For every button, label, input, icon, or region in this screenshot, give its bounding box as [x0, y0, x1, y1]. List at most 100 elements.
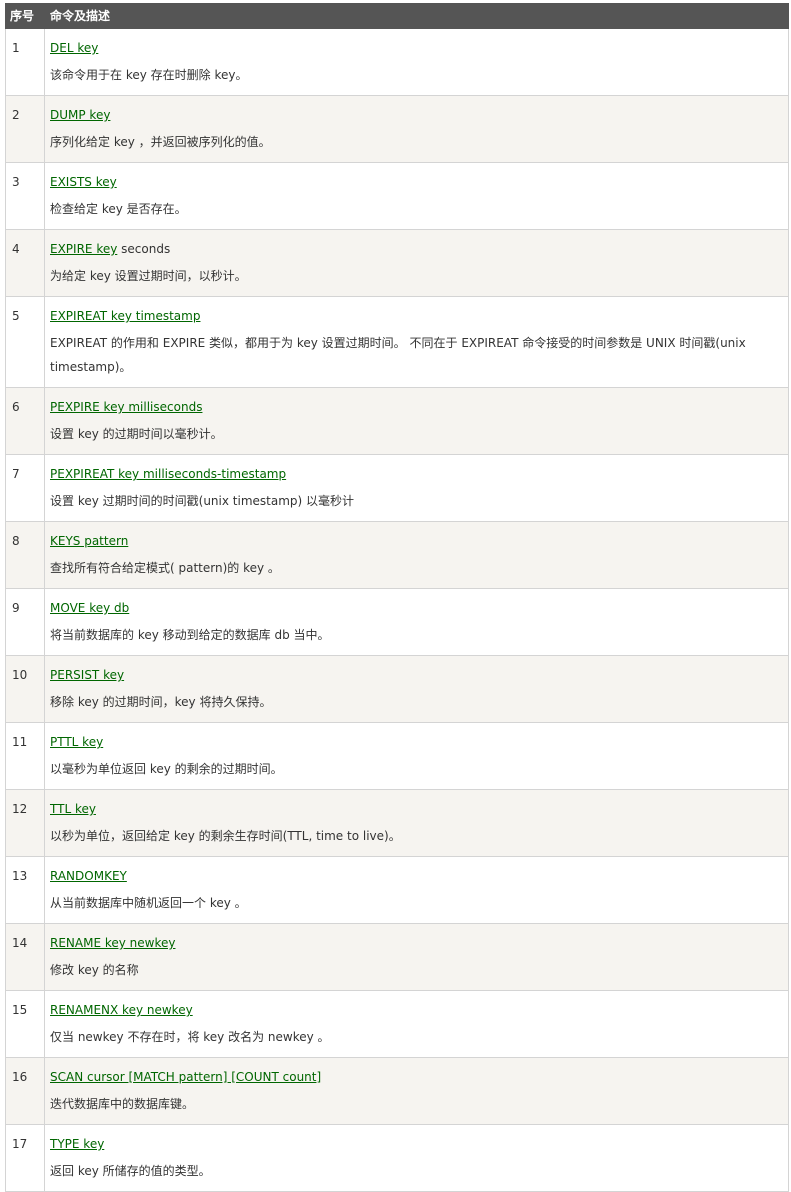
- command-link[interactable]: EXPIRE key: [50, 242, 117, 256]
- command-line: EXPIREAT key timestamp: [50, 309, 783, 323]
- command-line: DEL key: [50, 41, 783, 55]
- redis-key-commands-table: 序号 命令及描述 1 DEL key 该命令用于在 key 存在时删除 key。…: [5, 3, 789, 1192]
- command-line: RENAME key newkey: [50, 936, 783, 950]
- command-description: EXPIREAT 的作用和 EXPIRE 类似，都用于为 key 设置过期时间。…: [50, 336, 746, 374]
- table-row: 13 RANDOMKEY 从当前数据库中随机返回一个 key 。: [5, 856, 789, 924]
- command-link[interactable]: TTL key: [50, 802, 96, 816]
- row-number: 9: [5, 588, 45, 656]
- table-row: 12 TTL key 以秒为单位，返回给定 key 的剩余生存时间(TTL, t…: [5, 789, 789, 857]
- row-content: PEXPIREAT key milliseconds-timestamp 设置 …: [44, 454, 789, 522]
- row-content: PERSIST key 移除 key 的过期时间，key 将持久保持。: [44, 655, 789, 723]
- header-desc: 命令及描述: [44, 3, 789, 29]
- row-content: TYPE key 返回 key 所储存的值的类型。: [44, 1124, 789, 1192]
- table-row: 15 RENAMENX key newkey 仅当 newkey 不存在时，将 …: [5, 990, 789, 1058]
- command-line: PEXPIREAT key milliseconds-timestamp: [50, 467, 783, 481]
- command-description: 移除 key 的过期时间，key 将持久保持。: [50, 695, 272, 709]
- command-description: 迭代数据库中的数据库键。: [50, 1097, 195, 1111]
- command-line: PERSIST key: [50, 668, 783, 682]
- row-number: 13: [5, 856, 45, 924]
- row-content: RENAME key newkey 修改 key 的名称: [44, 923, 789, 991]
- table-row: 2 DUMP key 序列化给定 key ，并返回被序列化的值。: [5, 95, 789, 163]
- row-content: DUMP key 序列化给定 key ，并返回被序列化的值。: [44, 95, 789, 163]
- command-link[interactable]: RENAMENX key newkey: [50, 1003, 193, 1017]
- command-description: 以毫秒为单位返回 key 的剩余的过期时间。: [50, 762, 283, 776]
- row-content: EXISTS key 检查给定 key 是否存在。: [44, 162, 789, 230]
- table-row: 14 RENAME key newkey 修改 key 的名称: [5, 923, 789, 991]
- table-row: 5 EXPIREAT key timestamp EXPIREAT 的作用和 E…: [5, 296, 789, 388]
- command-description: 将当前数据库的 key 移动到给定的数据库 db 当中。: [50, 628, 330, 642]
- command-line: PTTL key: [50, 735, 783, 749]
- table-row: 8 KEYS pattern 查找所有符合给定模式( pattern)的 key…: [5, 521, 789, 589]
- row-number: 3: [5, 162, 45, 230]
- table-row: 1 DEL key 该命令用于在 key 存在时删除 key。: [5, 28, 789, 96]
- command-link[interactable]: EXISTS key: [50, 175, 117, 189]
- table-row: 11 PTTL key 以毫秒为单位返回 key 的剩余的过期时间。: [5, 722, 789, 790]
- row-number: 10: [5, 655, 45, 723]
- table-row: 9 MOVE key db 将当前数据库的 key 移动到给定的数据库 db 当…: [5, 588, 789, 656]
- row-number: 15: [5, 990, 45, 1058]
- redis-key-commands-table-wrapper: 序号 命令及描述 1 DEL key 该命令用于在 key 存在时删除 key。…: [5, 3, 789, 1192]
- command-line: PEXPIRE key milliseconds: [50, 400, 783, 414]
- row-number: 2: [5, 95, 45, 163]
- command-link[interactable]: RANDOMKEY: [50, 869, 127, 883]
- command-description: 设置 key 的过期时间以毫秒计。: [50, 427, 223, 441]
- command-description: 返回 key 所储存的值的类型。: [50, 1164, 211, 1178]
- row-number: 14: [5, 923, 45, 991]
- row-content: PEXPIRE key milliseconds 设置 key 的过期时间以毫秒…: [44, 387, 789, 455]
- command-link[interactable]: TYPE key: [50, 1137, 104, 1151]
- row-number: 1: [5, 28, 45, 96]
- row-number: 17: [5, 1124, 45, 1192]
- command-line: MOVE key db: [50, 601, 783, 615]
- table-row: 4 EXPIRE key seconds 为给定 key 设置过期时间，以秒计。: [5, 229, 789, 297]
- row-number: 5: [5, 296, 45, 388]
- command-description: 检查给定 key 是否存在。: [50, 202, 187, 216]
- row-number: 8: [5, 521, 45, 589]
- command-line: TTL key: [50, 802, 783, 816]
- table-row: 7 PEXPIREAT key milliseconds-timestamp 设…: [5, 454, 789, 522]
- table-row: 10 PERSIST key 移除 key 的过期时间，key 将持久保持。: [5, 655, 789, 723]
- command-line: TYPE key: [50, 1137, 783, 1151]
- command-link[interactable]: EXPIREAT key timestamp: [50, 309, 200, 323]
- table-header: 序号 命令及描述: [5, 3, 789, 29]
- command-link[interactable]: PEXPIRE key milliseconds: [50, 400, 202, 414]
- row-content: RENAMENX key newkey 仅当 newkey 不存在时，将 key…: [44, 990, 789, 1058]
- command-link[interactable]: KEYS pattern: [50, 534, 128, 548]
- command-line: RENAMENX key newkey: [50, 1003, 783, 1017]
- row-content: TTL key 以秒为单位，返回给定 key 的剩余生存时间(TTL, time…: [44, 789, 789, 857]
- command-link[interactable]: PEXPIREAT key milliseconds-timestamp: [50, 467, 286, 481]
- command-link[interactable]: MOVE key db: [50, 601, 129, 615]
- row-content: MOVE key db 将当前数据库的 key 移动到给定的数据库 db 当中。: [44, 588, 789, 656]
- command-line: RANDOMKEY: [50, 869, 783, 883]
- command-link[interactable]: RENAME key newkey: [50, 936, 175, 950]
- table-body: 1 DEL key 该命令用于在 key 存在时删除 key。 2 DUMP k…: [5, 28, 789, 1192]
- row-content: RANDOMKEY 从当前数据库中随机返回一个 key 。: [44, 856, 789, 924]
- command-description: 序列化给定 key ，并返回被序列化的值。: [50, 135, 271, 149]
- row-number: 4: [5, 229, 45, 297]
- row-content: SCAN cursor [MATCH pattern] [COUNT count…: [44, 1057, 789, 1125]
- command-link[interactable]: PTTL key: [50, 735, 103, 749]
- table-row: 6 PEXPIRE key milliseconds 设置 key 的过期时间以…: [5, 387, 789, 455]
- command-line: DUMP key: [50, 108, 783, 122]
- row-content: PTTL key 以毫秒为单位返回 key 的剩余的过期时间。: [44, 722, 789, 790]
- command-link[interactable]: DUMP key: [50, 108, 110, 122]
- command-line: EXPIRE key seconds: [50, 242, 783, 256]
- command-link[interactable]: PERSIST key: [50, 668, 124, 682]
- command-description: 该命令用于在 key 存在时删除 key。: [50, 68, 248, 82]
- table-row: 16 SCAN cursor [MATCH pattern] [COUNT co…: [5, 1057, 789, 1125]
- table-row: 3 EXISTS key 检查给定 key 是否存在。: [5, 162, 789, 230]
- command-link[interactable]: DEL key: [50, 41, 98, 55]
- row-content: KEYS pattern 查找所有符合给定模式( pattern)的 key 。: [44, 521, 789, 589]
- row-content: EXPIREAT key timestamp EXPIREAT 的作用和 EXP…: [44, 296, 789, 388]
- table-header-row: 序号 命令及描述: [5, 3, 789, 29]
- command-link[interactable]: SCAN cursor [MATCH pattern] [COUNT count…: [50, 1070, 321, 1084]
- command-line: SCAN cursor [MATCH pattern] [COUNT count…: [50, 1070, 783, 1084]
- row-number: 6: [5, 387, 45, 455]
- command-description: 以秒为单位，返回给定 key 的剩余生存时间(TTL, time to live…: [50, 829, 401, 843]
- row-number: 11: [5, 722, 45, 790]
- command-description: 查找所有符合给定模式( pattern)的 key 。: [50, 561, 280, 575]
- command-description: 修改 key 的名称: [50, 963, 139, 977]
- table-row: 17 TYPE key 返回 key 所储存的值的类型。: [5, 1124, 789, 1192]
- row-number: 12: [5, 789, 45, 857]
- command-suffix: seconds: [117, 242, 171, 256]
- row-number: 16: [5, 1057, 45, 1125]
